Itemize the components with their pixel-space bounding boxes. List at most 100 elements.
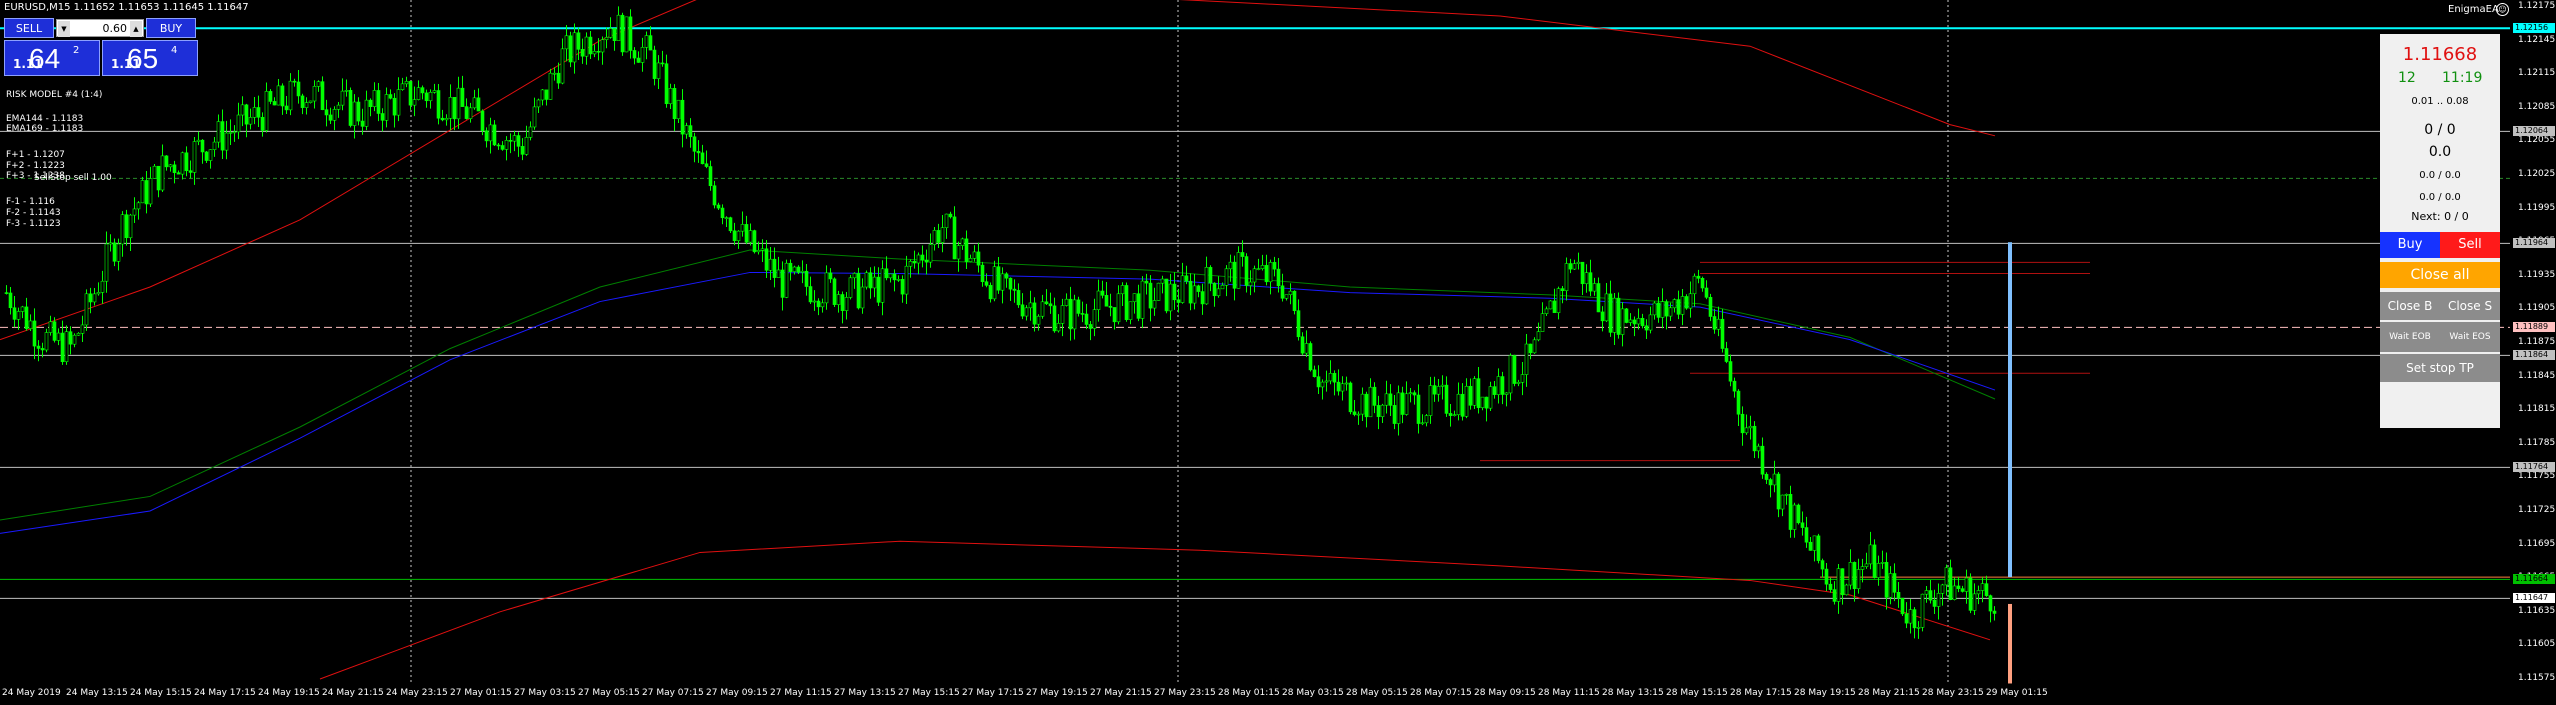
candle-body xyxy=(108,242,113,245)
buy-button[interactable]: BUY xyxy=(146,18,196,38)
candle-body xyxy=(232,131,237,134)
candle xyxy=(536,98,541,113)
candle xyxy=(1620,302,1625,347)
panel-sell-button[interactable]: Sell xyxy=(2440,232,2500,258)
price-axis-label: 1.12055 xyxy=(2518,135,2556,146)
candle-body xyxy=(1648,314,1653,331)
candle xyxy=(1152,287,1157,316)
candle xyxy=(1400,386,1405,424)
candle xyxy=(1336,369,1341,396)
candle-body xyxy=(1184,275,1189,282)
candle xyxy=(836,290,841,313)
price-axis-label: 1.11845 xyxy=(2518,370,2556,381)
candle xyxy=(548,68,553,100)
candle xyxy=(1804,516,1809,548)
candle-body xyxy=(904,265,909,295)
close-buy-button[interactable]: Close B xyxy=(2380,292,2440,320)
candle-body xyxy=(28,320,33,329)
candle-body xyxy=(1980,583,1985,591)
time-axis-label: 27 May 19:15 xyxy=(1026,688,1088,698)
candle xyxy=(936,223,941,248)
candle xyxy=(1840,568,1845,605)
candle-body xyxy=(1904,613,1909,624)
chart-area[interactable]: EURUSD,M15 1.11652 1.11653 1.11645 1.116… xyxy=(0,0,2556,705)
candle-body xyxy=(1556,288,1561,313)
candle-body xyxy=(772,258,777,278)
candle xyxy=(400,77,405,91)
candle-body xyxy=(284,105,289,111)
bid-price-button[interactable]: 1.11 64 2 xyxy=(4,40,100,76)
candle xyxy=(1024,305,1029,321)
candle-body xyxy=(336,104,341,110)
wait-eos-button[interactable]: Wait EOS xyxy=(2440,322,2500,352)
candle-body xyxy=(584,36,589,57)
volume-input[interactable]: ▼ 0.60 ▲ xyxy=(56,19,144,37)
candle-body xyxy=(1704,287,1709,298)
candle xyxy=(1396,385,1401,436)
close-sell-button[interactable]: Close S xyxy=(2440,292,2500,320)
expert-advisor-name[interactable]: EnigmaEA xyxy=(2448,4,2499,15)
candle xyxy=(728,216,733,233)
candle xyxy=(260,112,265,137)
candle xyxy=(1100,280,1105,299)
candle-body xyxy=(124,214,129,239)
candle-body xyxy=(600,39,605,53)
candle-body xyxy=(844,297,849,311)
candle xyxy=(72,333,77,348)
candle-body xyxy=(1296,310,1301,338)
candle xyxy=(1420,414,1425,426)
price-axis-label: 1.11575 xyxy=(2518,673,2556,683)
candle xyxy=(788,259,793,281)
time-axis-label: 28 May 23:15 xyxy=(1922,688,1984,698)
time-axis-label: 28 May 07:15 xyxy=(1410,688,1472,698)
candle-body xyxy=(300,95,305,108)
sell-button[interactable]: SELL xyxy=(4,18,54,38)
set-stop-tp-button[interactable]: Set stop TP xyxy=(2380,354,2500,382)
close-all-button[interactable]: Close all xyxy=(2380,262,2500,288)
ask-price-button[interactable]: 1.11 65 4 xyxy=(102,40,198,76)
candle-body xyxy=(572,32,577,63)
candle xyxy=(188,160,193,179)
candle xyxy=(672,84,677,132)
candle-body xyxy=(712,185,717,206)
candle-body xyxy=(776,269,781,278)
price-chart[interactable] xyxy=(0,0,2556,705)
candle-body xyxy=(1000,273,1005,291)
candle-body xyxy=(1476,378,1481,408)
candle xyxy=(1700,276,1705,292)
candle xyxy=(1028,290,1033,321)
candle xyxy=(892,269,897,292)
volume-down-icon[interactable]: ▼ xyxy=(58,21,70,37)
ask-price-fraction: 4 xyxy=(171,45,178,56)
candle-body xyxy=(1080,313,1085,315)
candle xyxy=(488,117,493,154)
candle xyxy=(1280,273,1285,302)
candle-body xyxy=(32,320,37,347)
candle xyxy=(768,247,773,280)
candle-body xyxy=(1088,324,1093,329)
candle-body xyxy=(236,114,241,133)
candle-body xyxy=(440,117,445,121)
ema144-label: EMA144 - 1.1183 xyxy=(6,114,84,124)
ema169-label: EMA169 - 1.1183 xyxy=(6,124,84,134)
candle-body xyxy=(1840,568,1845,596)
candle-body xyxy=(156,165,161,191)
candle-body xyxy=(620,14,625,53)
candle xyxy=(288,73,293,116)
candle-body xyxy=(1372,386,1377,406)
candle-body xyxy=(1696,275,1701,279)
candle-body xyxy=(696,151,701,154)
candle-body xyxy=(112,242,117,262)
volume-up-icon[interactable]: ▲ xyxy=(130,21,142,37)
wait-eob-button[interactable]: Wait EOB xyxy=(2380,322,2440,352)
candle-body xyxy=(792,266,797,272)
candle xyxy=(1680,289,1685,326)
candle-body xyxy=(1600,311,1605,322)
candle-body xyxy=(808,286,813,303)
panel-buy-button[interactable]: Buy xyxy=(2380,232,2440,258)
candle-body xyxy=(1208,267,1213,284)
candle-body xyxy=(492,124,497,146)
volume-value[interactable]: 0.60 xyxy=(71,20,129,38)
candle xyxy=(284,96,289,114)
candle-body xyxy=(612,28,617,41)
